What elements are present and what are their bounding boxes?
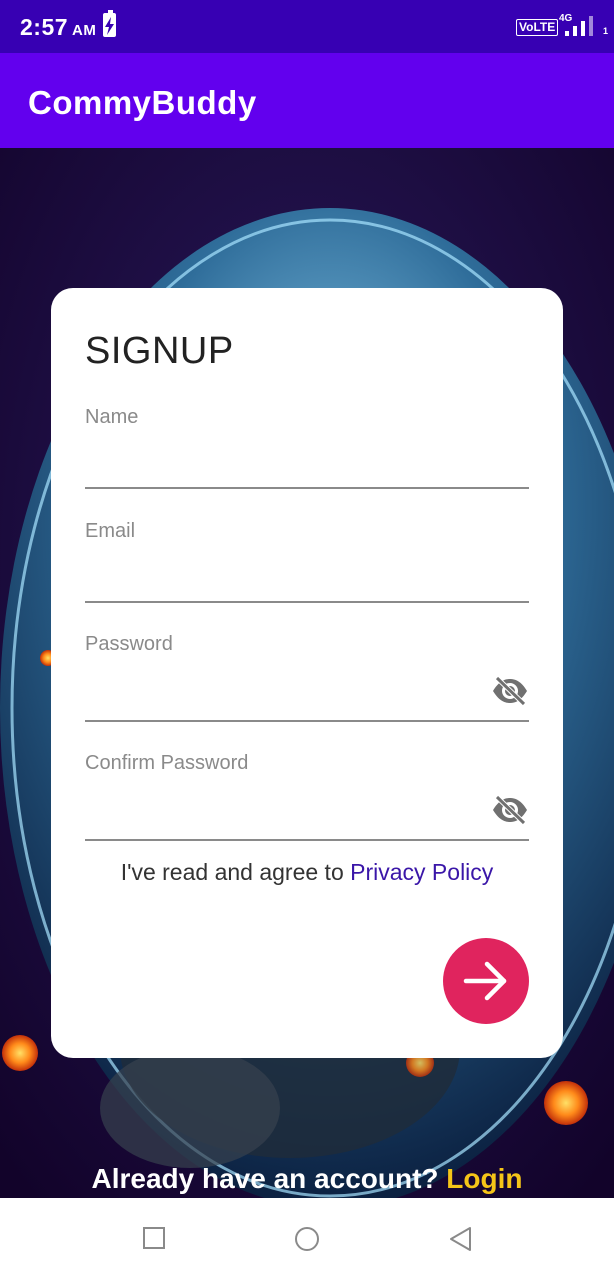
- back-icon[interactable]: [448, 1226, 474, 1252]
- app-title: CommyBuddy: [28, 84, 257, 121]
- eye-off-icon[interactable]: [491, 794, 529, 826]
- eye-off-icon[interactable]: [491, 675, 529, 707]
- navigation-bar: [0, 1198, 614, 1280]
- status-time: 2:57 AM: [20, 14, 96, 41]
- email-input[interactable]: [85, 560, 475, 596]
- signal-strength-icon: [565, 16, 593, 36]
- login-link[interactable]: Login: [446, 1163, 522, 1194]
- signup-card: SIGNUP Name Email Password Confirm Passw…: [51, 288, 563, 1058]
- confirm-password-label: Confirm Password: [85, 752, 249, 774]
- name-underline: [85, 487, 529, 489]
- confirm-password-input[interactable]: [85, 796, 475, 832]
- login-prompt-text: Already have an account?: [91, 1163, 439, 1194]
- email-field[interactable]: Email: [85, 520, 529, 604]
- password-input[interactable]: [85, 677, 475, 713]
- arrow-right-icon: [463, 961, 507, 1001]
- name-label: Name: [85, 406, 139, 428]
- password-label: Password: [85, 633, 173, 655]
- email-label: Email: [85, 520, 136, 542]
- signup-submit-button[interactable]: [443, 938, 529, 1024]
- privacy-policy-text: I've read and agree to Privacy Policy: [51, 859, 563, 886]
- recent-apps-icon[interactable]: [142, 1226, 166, 1250]
- confirm-password-underline: [85, 839, 529, 841]
- status-bar: 2:57 AM VoLTE 4G 1: [0, 0, 614, 53]
- status-ampm: AM: [72, 22, 97, 39]
- password-field[interactable]: Password: [85, 633, 529, 723]
- signup-title: SIGNUP: [85, 330, 234, 372]
- home-icon[interactable]: [294, 1226, 320, 1252]
- battery-charging-icon: [103, 10, 116, 37]
- name-input[interactable]: [85, 446, 475, 482]
- password-underline: [85, 720, 529, 722]
- volte-badge: VoLTE: [516, 19, 559, 36]
- confirm-password-field[interactable]: Confirm Password: [85, 752, 529, 842]
- privacy-policy-link[interactable]: Privacy Policy: [350, 859, 493, 885]
- app-bar: CommyBuddy: [0, 53, 614, 148]
- sim-slot: 1: [603, 26, 609, 36]
- name-field[interactable]: Name: [85, 406, 529, 490]
- login-prompt: Already have an account? Login: [0, 1163, 614, 1195]
- status-time-value: 2:57: [20, 14, 69, 40]
- policy-prefix: I've read and agree to: [120, 859, 351, 885]
- email-underline: [85, 601, 529, 603]
